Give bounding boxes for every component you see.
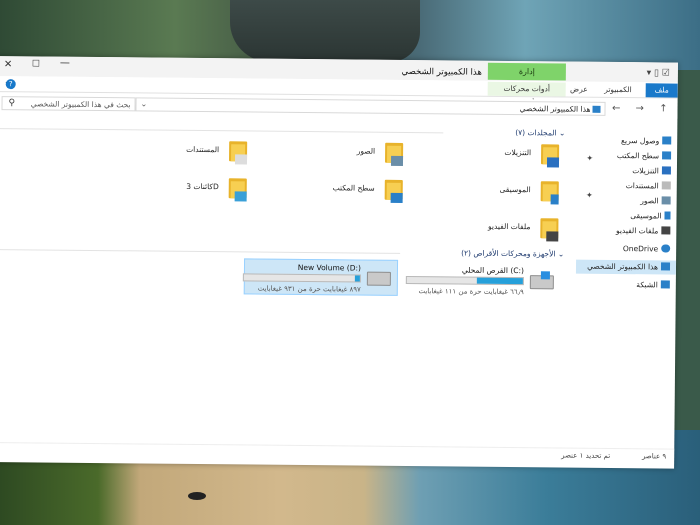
network-icon xyxy=(660,280,670,289)
nav-item-downloads[interactable]: التنزيلات xyxy=(632,164,671,178)
drives-group-header[interactable]: الأجهزة ومحركات الأقراص (٢) ⌄ xyxy=(461,249,564,259)
folder-icon xyxy=(539,141,560,168)
drive-free-space: ٨٩٧ غيغابايت حرة من ٩٣١ غيغابايت xyxy=(257,284,361,294)
picture-icon xyxy=(661,196,671,205)
folder-icon xyxy=(539,178,559,205)
computer-icon xyxy=(660,262,671,271)
file-explorer-window: ✕ ☐ — إدارة هذا الكمبيوتر الشخصي ▾ ▯ ☑ ⌄… xyxy=(0,56,678,469)
folder-documents[interactable]: المستندات xyxy=(157,138,248,169)
download-arrow-icon xyxy=(661,166,671,175)
content-pane: المجلدات (٧) ⌄ التنزيلات ✦ الصور المستند… xyxy=(0,118,593,444)
pin-icon: ✦ xyxy=(586,153,594,163)
video-icon xyxy=(661,226,671,235)
nav-item-label: سطح المكتب xyxy=(616,151,660,161)
group-divider xyxy=(0,248,401,254)
nav-item-documents[interactable]: المستندات xyxy=(626,179,671,193)
tab-drive-tools[interactable]: أدوات محركات الأقراص xyxy=(487,81,566,107)
folder-icon xyxy=(227,175,247,202)
navigation-arrows-icon[interactable]: ← → ↑ xyxy=(612,103,674,115)
nav-item-label: ملفات الفيديو xyxy=(615,225,659,236)
nav-item-label: المستندات xyxy=(625,181,659,191)
photo-rock xyxy=(188,492,206,500)
nav-item-label: الصور xyxy=(640,196,659,206)
drive-name: New Volume (D:) xyxy=(297,262,362,273)
folder-label: سطح المكتب xyxy=(332,183,375,193)
folder-icon xyxy=(383,177,403,203)
nav-item-quick-access[interactable]: وصول سريع xyxy=(620,134,672,148)
nav-item-network[interactable]: الشبكة xyxy=(636,278,670,292)
window-title: هذا الكمبيوتر الشخصي xyxy=(401,66,482,78)
folder-icon xyxy=(383,140,404,166)
group-divider xyxy=(0,127,444,134)
minimize-icon[interactable]: — xyxy=(60,58,70,69)
star-icon xyxy=(662,136,672,145)
desktop-icon xyxy=(662,151,672,160)
search-placeholder: بحث في هذا الكمبيوتر الشخصي xyxy=(30,99,131,110)
nav-item-music[interactable]: الموسيقى xyxy=(630,209,671,223)
nav-item-label: وصول سريع xyxy=(620,136,660,146)
folder-label: الموسيقى xyxy=(499,184,531,195)
nav-item-onedrive[interactable]: OneDrive xyxy=(622,242,671,256)
document-icon xyxy=(661,181,671,190)
music-note-icon xyxy=(664,211,671,220)
address-bar[interactable]: هذا الكمبيوتر الشخصي ⌄ xyxy=(135,97,606,116)
nav-item-this-pc[interactable]: هذا الكمبيوتر الشخصي xyxy=(575,259,677,275)
folder-label: التنزيلات xyxy=(504,147,532,158)
drive-usage-bar xyxy=(405,275,524,286)
folder-music[interactable]: الموسيقى ✦ xyxy=(469,178,593,209)
nav-item-label: التنزيلات xyxy=(632,166,659,176)
tab-view[interactable]: عرض xyxy=(564,82,594,96)
address-path: هذا الكمبيوتر الشخصي xyxy=(519,104,591,114)
drive-local-c[interactable]: القرص المحلي (C:) ٦٦٫٩ غيغابايت حرة من ١… xyxy=(400,262,560,300)
folder-downloads[interactable]: التنزيلات ✦ xyxy=(469,141,593,172)
nav-item-label: OneDrive xyxy=(622,244,659,254)
nav-item-videos[interactable]: ملفات الفيديو xyxy=(615,224,671,239)
nav-item-label: الموسيقى xyxy=(630,211,662,221)
nav-item-label: الشبكة xyxy=(636,280,658,290)
folder-desktop[interactable]: سطح المكتب xyxy=(323,176,403,207)
address-bar-row: ← → ↑ هذا الكمبيوتر الشخصي ⌄ ↻ بحث في هذ… xyxy=(0,93,678,119)
tab-file[interactable]: ملف xyxy=(645,83,678,98)
computer-icon xyxy=(592,105,601,113)
help-icon[interactable]: ? xyxy=(5,79,16,90)
folder-label: الصور xyxy=(356,146,376,156)
drive-usage-fill xyxy=(476,277,523,285)
nav-item-desktop[interactable]: سطح المكتب xyxy=(616,149,672,164)
pin-icon: ✦ xyxy=(585,190,593,200)
status-selected: تم تحديد ١ عنصر xyxy=(561,451,611,460)
folder-icon xyxy=(538,215,559,242)
drive-new-volume-d[interactable]: New Volume (D:) ٨٩٧ غيغابايت حرة من ٩٣١ … xyxy=(242,258,399,296)
drive-free-space: ٦٦٫٩ غيغابايت حرة من ١١١ غيغابايت xyxy=(418,287,524,297)
folder-label: ملفات الفيديو xyxy=(487,221,531,232)
quick-access-toolbar[interactable]: ▾ ▯ ☑ xyxy=(647,68,670,78)
maximize-icon[interactable]: ☐ xyxy=(32,59,40,69)
manage-context-tab[interactable]: إدارة xyxy=(487,62,566,81)
close-icon[interactable]: ✕ xyxy=(4,59,12,70)
tab-computer[interactable]: الكمبيوتر xyxy=(598,83,638,97)
photo-cliff xyxy=(230,0,420,62)
drives-group-title: الأجهزة ومحركات الأقراص (٢) xyxy=(461,248,556,259)
folder-pictures[interactable]: الصور xyxy=(323,139,404,170)
chevron-down-icon[interactable]: ⌄ xyxy=(141,99,148,108)
hard-drive-icon xyxy=(366,271,391,286)
folders-group-header[interactable]: المجلدات (٧) ⌄ xyxy=(515,128,565,137)
folders-group-title: المجلدات (٧) xyxy=(515,128,557,138)
drive-usage-bar xyxy=(242,273,361,283)
hard-drive-icon xyxy=(529,271,554,290)
folder-3d-objects[interactable]: كائنات 3D xyxy=(157,175,247,206)
folder-videos[interactable]: ملفات الفيديو xyxy=(468,215,559,246)
nav-item-label: هذا الكمبيوتر الشخصي xyxy=(587,261,659,272)
folder-icon xyxy=(227,138,248,165)
status-items-count: ٩ عناصر xyxy=(641,452,667,461)
drive-name: القرص المحلي (C:) xyxy=(461,265,525,276)
status-bar: ٩ عناصر تم تحديد ١ عنصر xyxy=(0,441,675,465)
folder-label: كائنات 3D xyxy=(186,181,219,192)
nav-item-pictures[interactable]: الصور xyxy=(640,194,671,208)
cloud-icon xyxy=(661,244,671,253)
folder-label: المستندات xyxy=(186,144,220,155)
search-icon: ⚲ xyxy=(8,98,16,109)
navigation-pane: وصول سريع سطح المكتب التنزيلات المستندات… xyxy=(572,124,677,445)
drive-usage-fill xyxy=(355,275,360,282)
search-input[interactable]: بحث في هذا الكمبيوتر الشخصي ⚲ xyxy=(1,96,136,112)
